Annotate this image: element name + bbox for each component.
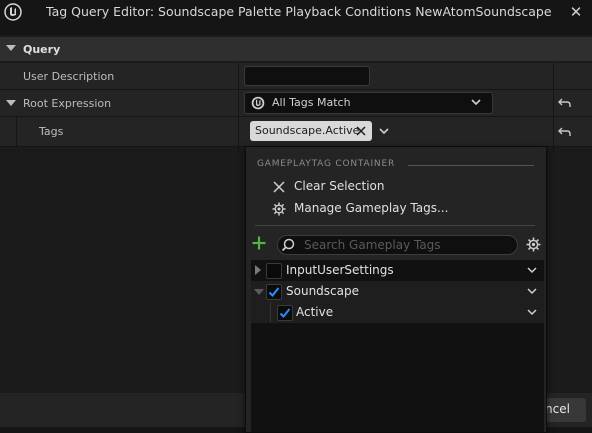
cancel-button-label: ncel: [545, 402, 570, 416]
chevron-down-icon[interactable]: [526, 285, 538, 297]
tag-picker-popup: GAMEPLAYTAG CONTAINER Clear Selection Ma…: [245, 146, 547, 433]
tree-item-label: Active: [296, 305, 334, 319]
settings-gear-icon[interactable]: [526, 237, 541, 252]
menu-divider: [255, 225, 535, 226]
root-expression-label: Root Expression: [23, 97, 112, 110]
reset-to-default-icon[interactable]: [558, 126, 572, 138]
indent-guide: [270, 302, 271, 323]
window-title: Tag Query Editor: Soundscape Palette Pla…: [46, 4, 551, 19]
collapse-arrow-icon[interactable]: [254, 289, 264, 295]
collapse-arrow-icon[interactable]: [6, 45, 16, 51]
heading-divider: [408, 165, 534, 166]
tag-chip-label: Soundscape.Active: [255, 124, 360, 137]
query-section-header[interactable]: Query: [0, 37, 592, 61]
user-description-field[interactable]: [244, 66, 370, 86]
tree-item-active[interactable]: Active: [251, 302, 544, 323]
search-input[interactable]: Search Gameplay Tags: [277, 235, 518, 255]
chevron-down-icon[interactable]: [526, 306, 538, 318]
unreal-logo-icon: [251, 96, 265, 110]
add-icon[interactable]: [251, 235, 267, 251]
query-section-label: Query: [23, 43, 61, 56]
tree-item-soundscape[interactable]: Soundscape: [251, 281, 544, 302]
tree-item-label: InputUserSettings: [286, 263, 394, 277]
column-divider: [238, 63, 239, 153]
chevron-down-icon[interactable]: [526, 264, 538, 276]
tree-item-inputusersettings[interactable]: InputUserSettings: [251, 260, 544, 281]
close-icon[interactable]: ✕: [566, 2, 586, 22]
checkmark-icon: [279, 308, 291, 318]
root-expression-expand-icon[interactable]: [6, 100, 16, 106]
tag-chip[interactable]: Soundscape.Active: [250, 121, 372, 141]
root-expression-value: All Tags Match: [272, 96, 351, 109]
tags-label: Tags: [39, 125, 64, 138]
root-expression-combo[interactable]: All Tags Match: [244, 92, 493, 114]
chevron-down-icon: [471, 99, 481, 106]
remove-tag-icon[interactable]: [355, 124, 367, 137]
tag-checkbox-checked[interactable]: [277, 305, 293, 321]
manage-gameplay-tags-item[interactable]: Manage Gameplay Tags...: [294, 201, 448, 215]
tree-item-label: Soundscape: [286, 284, 359, 298]
search-icon: [281, 238, 295, 252]
reset-to-default-icon[interactable]: [558, 97, 572, 109]
tag-tree: InputUserSettings Soundscape Active: [251, 260, 544, 432]
tag-checkbox[interactable]: [266, 263, 282, 279]
user-description-label: User Description: [23, 70, 115, 83]
checkmark-icon: [268, 287, 280, 297]
gear-icon: [272, 202, 286, 216]
chevron-down-icon[interactable]: [377, 124, 391, 138]
clear-selection-item[interactable]: Clear Selection: [294, 179, 385, 193]
container-heading: GAMEPLAYTAG CONTAINER: [257, 159, 396, 169]
expand-arrow-icon[interactable]: [255, 265, 261, 275]
indent-guide: [16, 117, 17, 146]
unreal-logo-icon: [4, 3, 22, 21]
tag-checkbox-checked[interactable]: [266, 284, 282, 300]
search-placeholder: Search Gameplay Tags: [304, 238, 441, 252]
close-icon: [273, 181, 285, 193]
column-divider: [553, 63, 554, 153]
